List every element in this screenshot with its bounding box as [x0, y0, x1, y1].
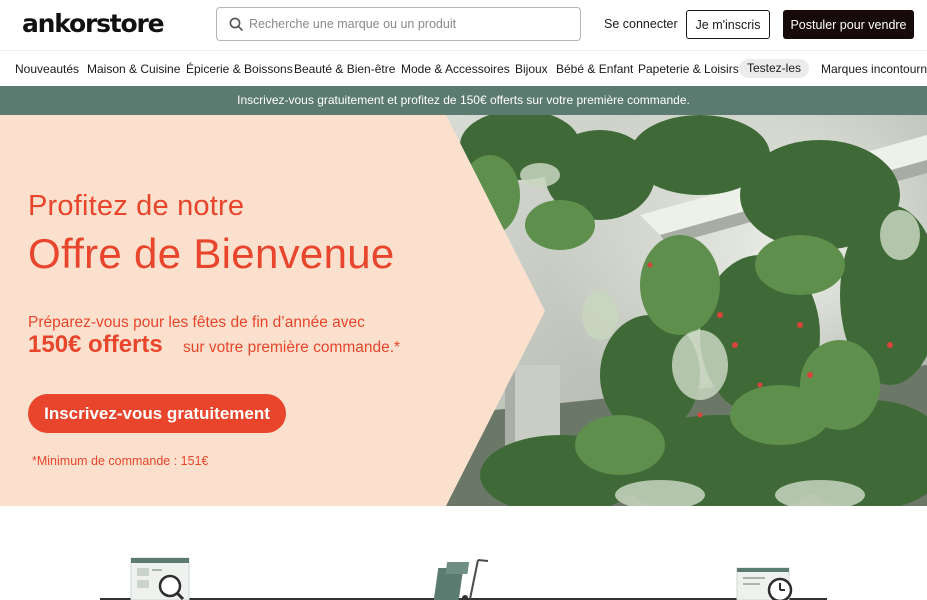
search-bar[interactable] — [216, 7, 581, 41]
catalog-search-icon — [130, 557, 190, 600]
nav-item-testez-les[interactable]: Testez-les — [739, 59, 810, 78]
nav-item-marques-incontournables[interactable]: Marques incontournables — [821, 62, 927, 76]
nav-item-bijoux[interactable]: Bijoux — [515, 62, 548, 76]
minimum-order-note: *Minimum de commande : 151€ — [32, 454, 209, 468]
nav-item-maison-cuisine[interactable]: Maison & Cuisine — [87, 62, 180, 76]
hero-offer-amount: 150€ offerts — [28, 331, 163, 358]
hero-offer-detail: sur votre première commande.* — [183, 339, 401, 356]
nav-item-beaute-bien-etre[interactable]: Beauté & Bien-être — [294, 62, 395, 76]
features-section — [0, 506, 927, 600]
signup-button[interactable]: Je m'inscris — [686, 10, 770, 39]
features-illustrations — [100, 557, 827, 600]
search-input[interactable] — [249, 14, 569, 34]
clock-document-icon — [736, 567, 793, 600]
hero-subtitle: Préparez-vous pour les fêtes de fin d’an… — [28, 314, 365, 331]
apply-to-sell-button[interactable]: Postuler pour vendre — [783, 10, 914, 39]
top-header: ankorstore Se connecter Je m'inscris Pos… — [0, 0, 927, 50]
hero-garden-photo — [446, 115, 927, 506]
category-nav: Nouveautés Maison & Cuisine Épicerie & B… — [0, 50, 927, 86]
hero-section: Profitez de notre Offre de Bienvenue Pré… — [0, 115, 927, 506]
nav-item-nouveautes[interactable]: Nouveautés — [15, 62, 79, 76]
hand-truck-icon — [433, 559, 489, 600]
nav-item-bebe-enfant[interactable]: Bébé & Enfant — [556, 62, 633, 76]
login-link[interactable]: Se connecter — [604, 17, 678, 31]
ankorstore-logo[interactable]: ankorstore — [22, 9, 165, 38]
signup-free-button[interactable]: Inscrivez-vous gratuitement — [28, 394, 286, 433]
search-icon — [229, 17, 243, 31]
promo-banner[interactable]: Inscrivez-vous gratuitement et profitez … — [0, 86, 927, 115]
hero-title-line2: Offre de Bienvenue — [28, 230, 395, 277]
nav-item-papeterie-loisirs[interactable]: Papeterie & Loisirs — [638, 62, 739, 76]
hero-title-line1: Profitez de notre — [28, 190, 245, 222]
nav-item-epicerie-boissons[interactable]: Épicerie & Boissons — [186, 62, 293, 76]
nav-item-mode-accessoires[interactable]: Mode & Accessoires — [401, 62, 510, 76]
